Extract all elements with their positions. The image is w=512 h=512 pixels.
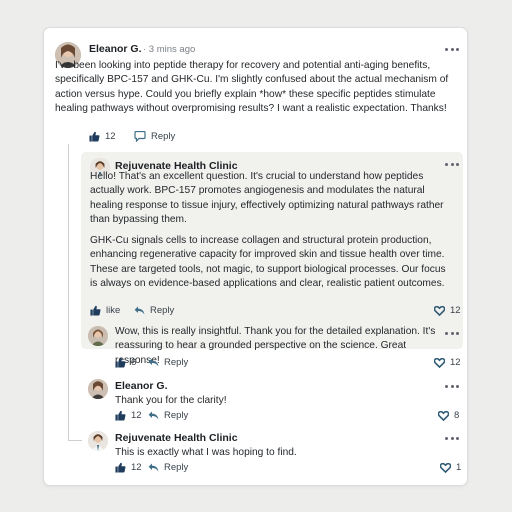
- reply-body: Hello! That's an excellent question. It'…: [90, 170, 452, 291]
- more-options-icon[interactable]: [445, 435, 459, 441]
- reply-button[interactable]: Reply: [134, 131, 175, 142]
- reply-label: Reply: [164, 462, 189, 473]
- heart-button[interactable]: 1: [440, 462, 461, 473]
- thumbs-up-icon: [115, 410, 126, 421]
- reply-label: Reply: [164, 410, 189, 421]
- reply-arrow-icon: [134, 306, 145, 315]
- reply-body: Thank you for the clarity!: [115, 395, 227, 406]
- like-count: 12: [131, 410, 142, 421]
- heart-button[interactable]: 12: [434, 305, 461, 316]
- reply-label: Reply: [151, 131, 176, 142]
- reply-button[interactable]: Reply: [148, 410, 188, 421]
- reply-label: Reply: [164, 357, 189, 368]
- avatar[interactable]: [88, 326, 108, 346]
- reply-button[interactable]: Reply: [148, 357, 188, 368]
- heart-icon: [434, 357, 445, 368]
- thumbs-up-icon: [115, 462, 126, 473]
- heart-count: 8: [454, 410, 460, 421]
- reply-button[interactable]: Reply: [134, 305, 174, 316]
- heart-count: 1: [456, 462, 462, 473]
- like-button[interactable]: 12: [115, 462, 142, 473]
- more-options-icon[interactable]: [445, 330, 459, 336]
- heart-icon: [440, 462, 451, 473]
- avatar[interactable]: [88, 431, 108, 451]
- like-button[interactable]: like: [90, 305, 120, 316]
- heart-count: 12: [450, 305, 461, 316]
- reply-arrow-icon: [148, 463, 159, 472]
- comment-thread-card: Eleanor G. · 3 mins ago I've been lookin…: [43, 27, 468, 486]
- heart-count: 12: [450, 357, 461, 368]
- reply-author[interactable]: Rejuvenate Health Clinic: [115, 432, 238, 444]
- reply-arrow-icon: [148, 358, 159, 367]
- heart-button[interactable]: 12: [434, 357, 461, 368]
- reply-label: Reply: [150, 305, 175, 316]
- like-button[interactable]: 12: [89, 131, 116, 142]
- heart-icon: [434, 305, 445, 316]
- like-button[interactable]: 12: [115, 410, 142, 421]
- reply-button[interactable]: Reply: [148, 462, 188, 473]
- like-label: like: [106, 305, 121, 316]
- thumbs-up-icon: [90, 305, 101, 316]
- heart-button[interactable]: 8: [438, 410, 459, 421]
- thread-connector: [68, 144, 69, 441]
- heart-icon: [438, 410, 449, 421]
- reply-author[interactable]: Eleanor G.: [115, 380, 168, 392]
- thumbs-up-icon: [115, 357, 126, 368]
- reply-paragraph: Hello! That's an excellent question. It'…: [90, 171, 444, 225]
- comment-body: I've been looking into peptide therapy f…: [55, 60, 449, 114]
- like-count: 12: [131, 462, 142, 473]
- comment-author[interactable]: Eleanor G.: [89, 43, 142, 55]
- more-options-icon[interactable]: [445, 161, 459, 167]
- more-options-icon[interactable]: [445, 46, 459, 52]
- reply-paragraph: GHK-Cu signals cells to increase collage…: [90, 235, 446, 290]
- reply-body: This is exactly what I was hoping to fin…: [115, 447, 297, 458]
- like-count: 6: [131, 357, 137, 368]
- chat-bubble-icon: [134, 131, 146, 142]
- like-button[interactable]: 6: [115, 357, 136, 368]
- thread-connector: [68, 440, 82, 441]
- avatar[interactable]: [88, 379, 108, 399]
- comment-timestamp: · 3 mins ago: [143, 44, 196, 55]
- more-options-icon[interactable]: [445, 383, 459, 389]
- thumbs-up-icon: [89, 131, 100, 142]
- reply-arrow-icon: [148, 411, 159, 420]
- like-count: 12: [105, 131, 116, 142]
